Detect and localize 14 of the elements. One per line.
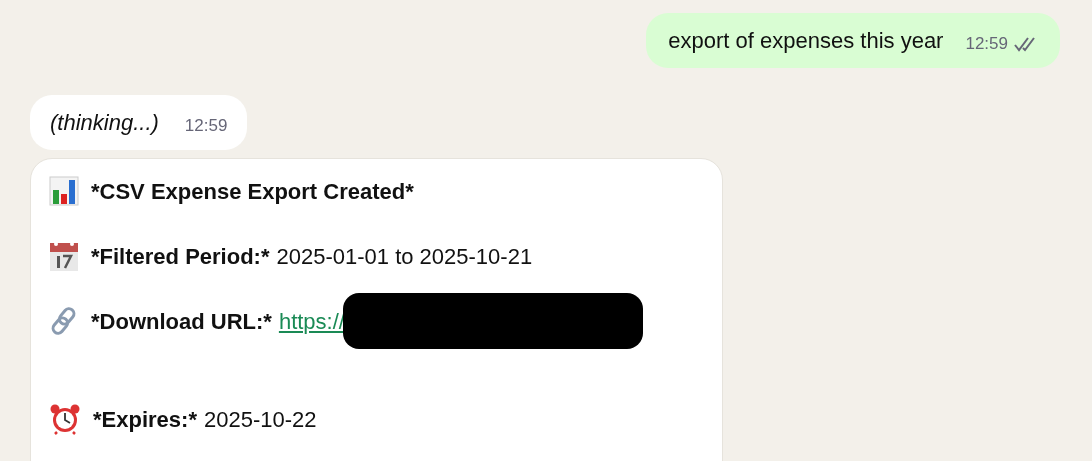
card-title: *CSV Expense Export Created* — [91, 177, 414, 206]
message-text: export of expenses this year — [668, 27, 944, 55]
field-value: 2025-10-22 — [203, 405, 317, 434]
alarm-clock-icon — [49, 403, 81, 435]
field-value: 2025-01-01 to 2025-10-21 — [276, 242, 533, 271]
calendar-icon — [49, 240, 79, 272]
field-label: *Expires:* — [93, 405, 197, 434]
message-time: 12:59 — [184, 114, 228, 137]
download-link[interactable]: https:// — [278, 304, 345, 338]
field-label: *Filtered Period:* — [91, 242, 270, 271]
message-time: 12:59 — [965, 32, 1008, 55]
field-label: *Download URL:* — [91, 307, 272, 336]
message-text: (thinking...) — [50, 109, 159, 137]
bar-chart-icon — [49, 176, 79, 206]
